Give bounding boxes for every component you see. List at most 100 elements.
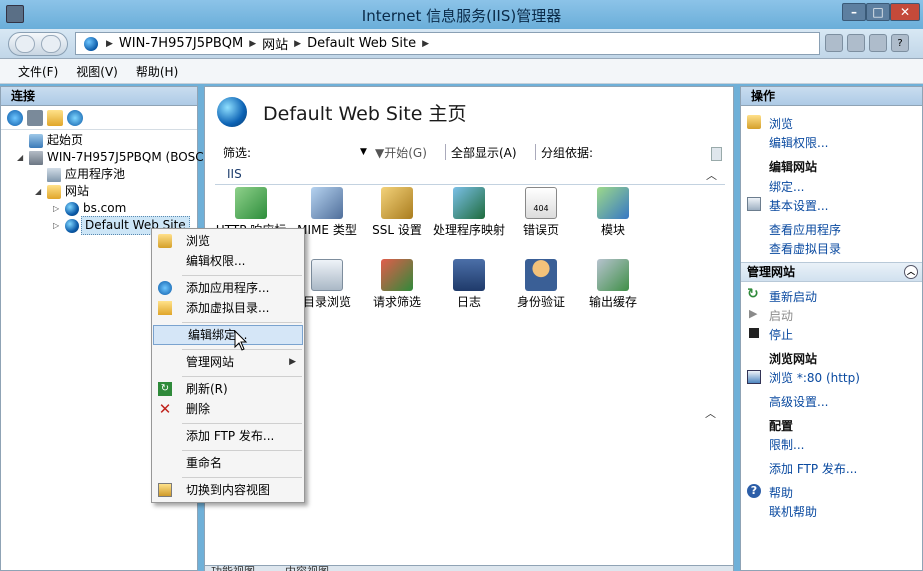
help-icon[interactable]: ? (891, 34, 909, 52)
action-help[interactable]: 帮助 (769, 484, 793, 501)
close-button[interactable]: ✕ (890, 3, 920, 21)
action-bindings[interactable]: 绑定... (769, 178, 804, 195)
submenu-arrow-icon: ▶ (289, 357, 296, 367)
stop-icon (749, 328, 759, 338)
expanded-arrow-icon[interactable]: ◢ (35, 183, 41, 200)
connection-icon[interactable] (825, 34, 843, 52)
collapse-icon[interactable]: ︿ (705, 405, 716, 421)
filter-input[interactable] (265, 143, 365, 160)
feature-modules[interactable]: 模块 (575, 187, 651, 237)
save-icon[interactable] (27, 109, 43, 126)
chevron-right-icon: ▶ (249, 38, 257, 49)
refresh-icon: ↻ (158, 382, 172, 396)
ctx-edit-bindings[interactable]: 编辑绑定... (153, 325, 303, 345)
add-virtual-directory-icon (158, 301, 172, 315)
action-online-help[interactable]: 联机帮助 (769, 503, 817, 520)
collapsed-arrow-icon[interactable]: ▷ (53, 200, 59, 217)
view-tabs: 功能视图 内容视图 (205, 565, 733, 571)
handler-mappings-icon (453, 187, 485, 219)
chevron-right-icon: ▶ (106, 38, 113, 49)
dropdown-arrow-icon[interactable]: ▼ (360, 147, 367, 157)
feature-request-filtering[interactable]: 请求筛选 (359, 259, 435, 309)
globe-icon (65, 202, 79, 216)
feature-logging[interactable]: 日志 (431, 259, 507, 309)
maximize-button[interactable]: □ (866, 3, 890, 21)
action-view-applications[interactable]: 查看应用程序 (769, 221, 841, 238)
collapse-icon[interactable]: ︿ (904, 265, 918, 279)
address-field[interactable]: ▶ WIN-7H957J5PBQM ▶ 网站 ▶ Default Web Sit… (75, 32, 820, 55)
feature-handler-mappings[interactable]: 处理程序映射 (431, 187, 507, 237)
feature-error-pages[interactable]: 404 错误页 (503, 187, 579, 237)
mime-types-icon (311, 187, 343, 219)
action-restart[interactable]: 重新启动 (769, 288, 817, 305)
ctx-rename[interactable]: 重命名 (152, 453, 304, 473)
action-view-virtual-directories[interactable]: 查看虚拟目录 (769, 240, 841, 257)
tree-item-start-page[interactable]: 起始页 (1, 132, 197, 149)
modules-icon (597, 187, 629, 219)
action-basic-settings[interactable]: 基本设置... (769, 197, 828, 214)
tab-content-view[interactable]: 内容视图 (285, 563, 329, 571)
server-icon (29, 151, 43, 165)
filter-start-button[interactable]: ▼开始(G) (375, 144, 427, 161)
site-globe-icon (217, 97, 247, 127)
show-all-button[interactable]: 全部显示(A) (451, 144, 517, 161)
request-filtering-icon (381, 259, 413, 291)
expanded-arrow-icon[interactable]: ◢ (17, 149, 23, 166)
filter-bar: 筛选: ▼ ▼开始(G) 全部显示(A) 分组依据: (205, 141, 733, 163)
restart-icon: ↻ (747, 286, 759, 302)
ctx-delete[interactable]: ✕ 删除 (152, 399, 304, 419)
output-caching-icon (597, 259, 629, 291)
action-stop[interactable]: 停止 (769, 326, 793, 343)
app-pool-icon (47, 168, 61, 182)
ctx-add-application[interactable]: 添加应用程序... (152, 278, 304, 298)
collapsed-arrow-icon[interactable]: ▷ (53, 217, 59, 234)
connections-tree: 起始页 ◢ WIN-7H957J5PBQM (BOSC 应用程序池 ◢ 网站 ▷… (1, 130, 204, 235)
browse-site-heading: 浏览网站 (769, 352, 818, 366)
tree-item-app-pools[interactable]: 应用程序池 (1, 166, 197, 183)
ctx-add-virtual-directory[interactable]: 添加虚拟目录... (152, 298, 304, 318)
feature-output-caching[interactable]: 输出缓存 (575, 259, 651, 309)
action-browse[interactable]: 浏览 (769, 115, 793, 132)
minimize-button[interactable]: – (842, 3, 866, 21)
home-icon[interactable] (869, 34, 887, 52)
back-button[interactable] (15, 35, 35, 53)
address-segment-sites[interactable]: 网站 (262, 34, 288, 53)
menu-file[interactable]: 文件(F) (18, 63, 58, 80)
tree-item-sites[interactable]: ◢ 网站 (1, 183, 197, 200)
tab-features-view[interactable]: 功能视图 (211, 563, 255, 571)
menu-help[interactable]: 帮助(H) (136, 63, 178, 80)
collapse-icon[interactable]: ︿ (706, 167, 717, 183)
ctx-manage-site[interactable]: 管理网站 ▶ (152, 352, 304, 372)
up-folder-icon[interactable] (47, 109, 63, 126)
stop-icon[interactable] (847, 34, 865, 52)
tree-item-server[interactable]: ◢ WIN-7H957J5PBQM (BOSC (1, 149, 204, 166)
browse-icon (158, 234, 172, 248)
action-edit-permissions[interactable]: 编辑权限... (769, 134, 828, 151)
action-limits[interactable]: 限制... (769, 436, 804, 453)
filter-scroll[interactable] (711, 147, 722, 161)
menu-view[interactable]: 视图(V) (76, 63, 118, 80)
manage-site-section[interactable]: 管理网站 ︿ (741, 262, 922, 282)
tree-item-bs-com[interactable]: ▷ bs.com (1, 200, 197, 217)
address-segment-site[interactable]: Default Web Site (307, 36, 416, 51)
action-add-ftp[interactable]: 添加 FTP 发布... (769, 460, 857, 477)
address-segment-server[interactable]: WIN-7H957J5PBQM (119, 36, 243, 51)
group-by-label[interactable]: 分组依据: (541, 144, 593, 161)
ctx-browse[interactable]: 浏览 (152, 231, 304, 251)
menu-divider (182, 322, 302, 323)
window-title: Internet 信息服务(IIS)管理器 (361, 7, 562, 25)
disconnect-icon[interactable] (67, 109, 83, 126)
actions-header: 操作 (741, 87, 922, 106)
actions-panel: 操作 浏览 编辑权限... 编辑网站 绑定... 基本设置... 查看应用程序 … (740, 86, 923, 571)
ctx-edit-permissions[interactable]: 编辑权限... (152, 251, 304, 271)
connect-icon[interactable] (7, 109, 23, 126)
action-browse-80[interactable]: 浏览 *:80 (http) (769, 369, 860, 386)
group-header-iis[interactable]: IIS ︿ (215, 167, 725, 185)
feature-authentication[interactable]: 身份验证 (503, 259, 579, 309)
ctx-add-ftp[interactable]: 添加 FTP 发布... (152, 426, 304, 446)
feature-ssl-settings[interactable]: SSL 设置 (359, 187, 435, 237)
ctx-refresh[interactable]: ↻ 刷新(R) (152, 379, 304, 399)
forward-button[interactable] (41, 35, 61, 53)
ctx-switch-content-view[interactable]: 切换到内容视图 (152, 480, 304, 500)
action-advanced-settings[interactable]: 高级设置... (769, 393, 828, 410)
